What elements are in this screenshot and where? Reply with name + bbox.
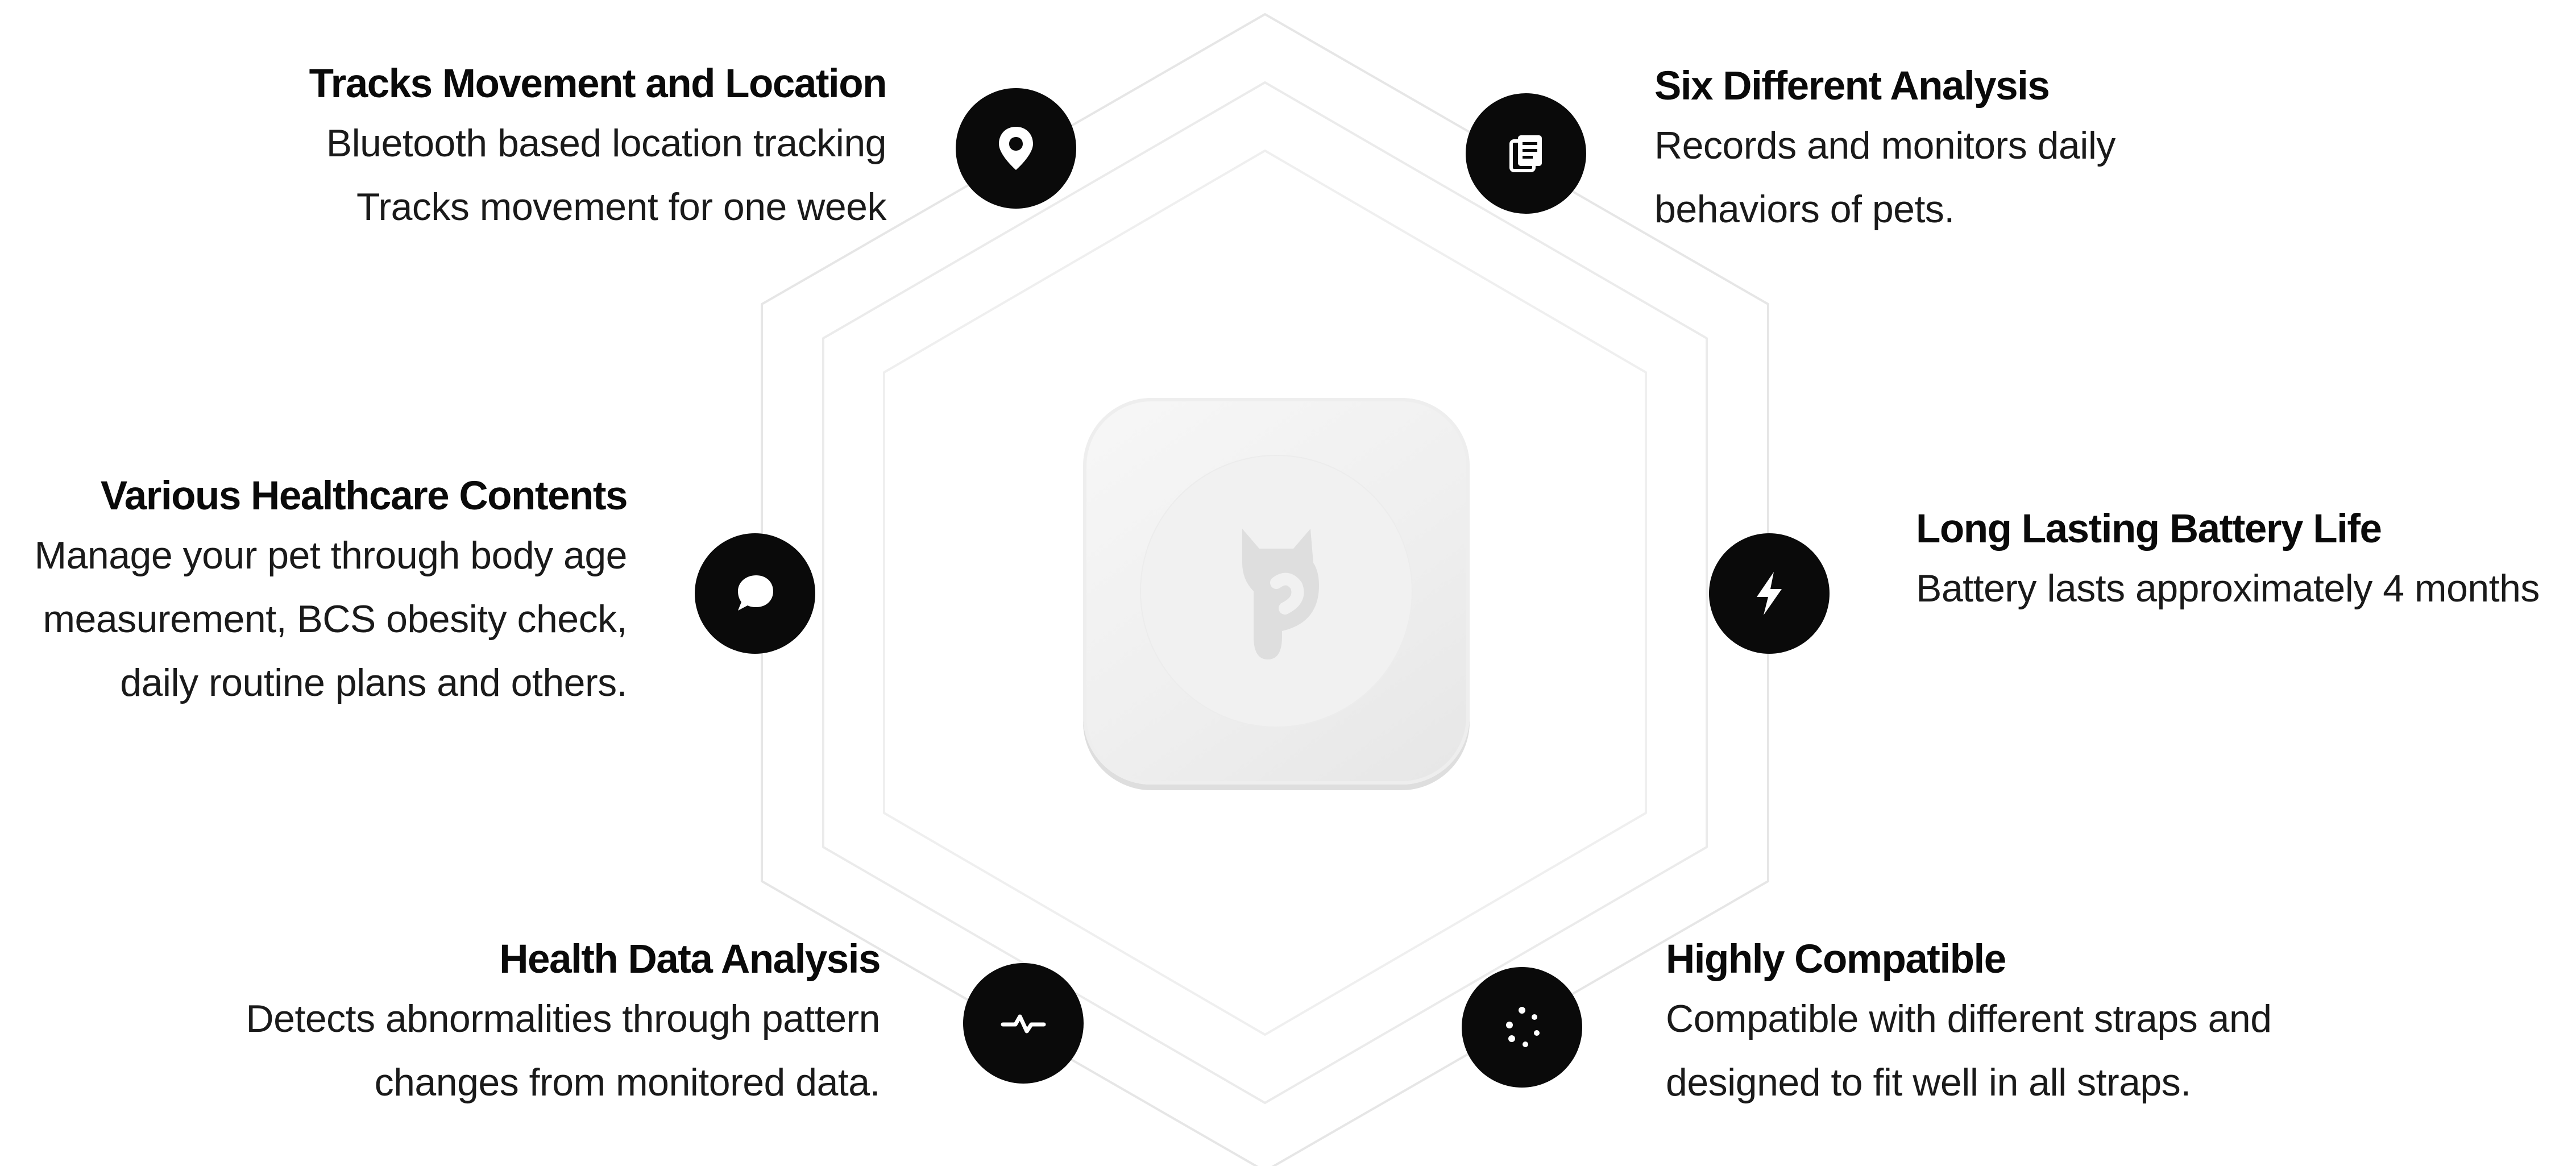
feature-battery-life: Long Lasting Battery Life Battery lasts …	[1916, 502, 2540, 620]
feature-health-data: Health Data Analysis Detects abnormaliti…	[246, 932, 881, 1114]
pet-tracker-device	[1083, 398, 1470, 785]
feature-title: Highly Compatible	[1666, 937, 2006, 982]
feature-description-line: designed to fit well in all straps.	[1666, 1061, 2191, 1104]
feature-description-line: Tracks movement for one week	[356, 185, 887, 229]
feature-description-line: behaviors of pets.	[1654, 188, 1955, 231]
feature-description-line: Battery lasts approximately 4 months	[1916, 567, 2540, 610]
location-pin-icon	[956, 88, 1076, 209]
feature-title: Tracks Movement and Location	[309, 61, 887, 106]
feature-description-line: Detects abnormalities through pattern	[246, 997, 881, 1040]
feature-title: Health Data Analysis	[499, 937, 881, 982]
feature-six-analysis: Six Different Analysis Records and monit…	[1654, 59, 2115, 241]
feature-compatible: Highly Compatible Compatible with differ…	[1666, 932, 2272, 1114]
feature-title: Six Different Analysis	[1654, 64, 2050, 109]
feature-title: Long Lasting Battery Life	[1916, 507, 2382, 551]
feature-description-line: measurement, BCS obesity check,	[43, 597, 627, 641]
feature-diagram: Tracks Movement and Location Bluetooth b…	[0, 0, 2576, 1166]
feature-description-line: Compatible with different straps and	[1666, 997, 2272, 1040]
loading-dots-icon	[1462, 967, 1582, 1088]
feature-healthcare-contents: Various Healthcare Contents Manage your …	[34, 469, 628, 715]
pulse-icon	[963, 963, 1084, 1084]
document-stack-icon	[1466, 93, 1586, 214]
lightning-bolt-icon	[1709, 533, 1830, 654]
feature-description-line: Records and monitors daily	[1654, 124, 2115, 167]
feature-title: Various Healthcare Contents	[100, 474, 628, 518]
feature-tracks-movement: Tracks Movement and Location Bluetooth b…	[309, 57, 887, 239]
device-face	[1140, 455, 1413, 728]
feature-description-line: changes from monitored data.	[374, 1061, 881, 1104]
feature-description-line: Bluetooth based location tracking	[326, 122, 887, 165]
cat-p-logo-icon	[1242, 529, 1319, 659]
feature-description-line: Manage your pet through body age	[34, 534, 627, 577]
feature-description-line: daily routine plans and others.	[120, 661, 627, 704]
chat-bubble-icon	[695, 533, 815, 654]
